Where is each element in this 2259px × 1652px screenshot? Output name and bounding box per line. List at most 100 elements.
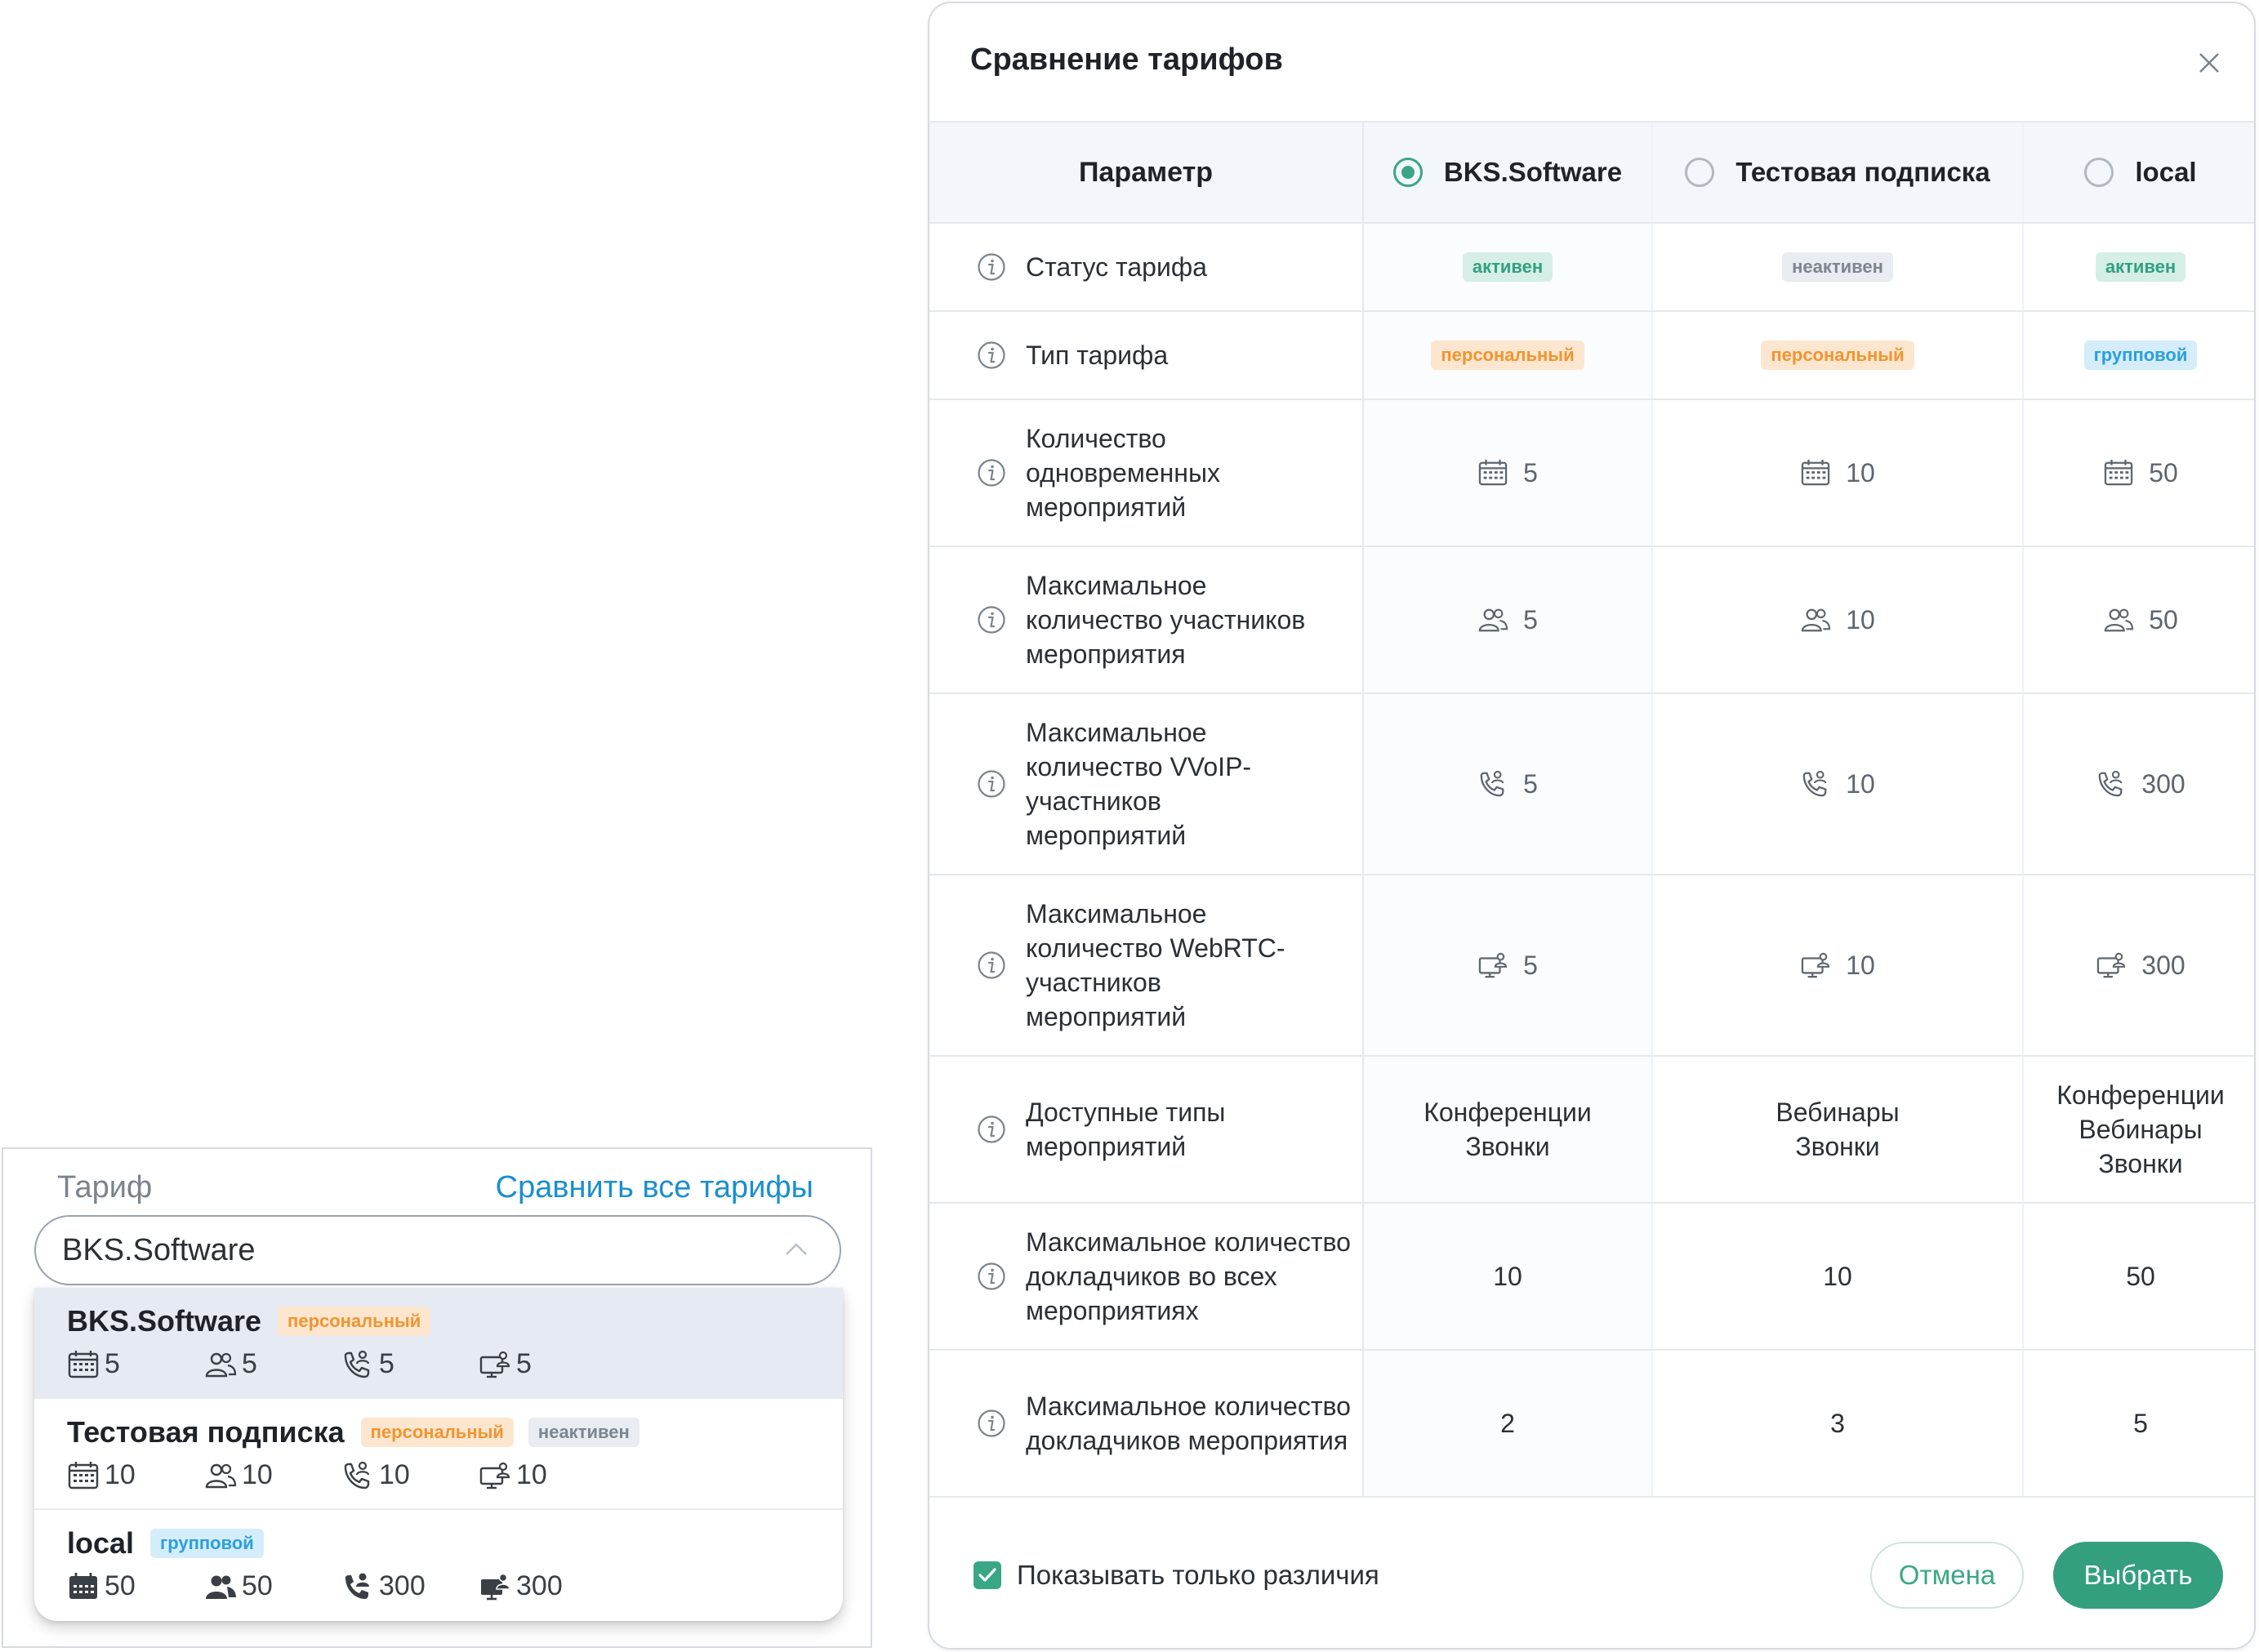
info-icon[interactable] bbox=[977, 1262, 1006, 1291]
info-icon[interactable] bbox=[977, 769, 1006, 799]
tariff-select-value: BKS.Software bbox=[62, 1232, 256, 1267]
stat-voip: 300 bbox=[379, 1570, 426, 1601]
param-label: Статус тарифа bbox=[1026, 252, 1207, 282]
param-label: Количество одновременных мероприятий bbox=[1026, 424, 1220, 522]
calendar-icon bbox=[1800, 459, 1831, 487]
plan-name: Тестовая подписка bbox=[1735, 157, 1990, 187]
plan-radio-local[interactable] bbox=[2084, 158, 2114, 187]
value: 50 bbox=[2126, 1262, 2155, 1291]
value: 2 bbox=[1500, 1409, 1515, 1438]
calendar-icon bbox=[2103, 459, 2134, 487]
screen-user-icon bbox=[479, 1461, 511, 1490]
plan-header-bks-software[interactable]: BKS.Software bbox=[1364, 122, 1653, 222]
tariff-option-bks-software[interactable]: BKS.Software персональный 5 5 5 5 bbox=[34, 1288, 843, 1399]
tariff-option-name: BKS.Software bbox=[67, 1304, 262, 1338]
modal-title: Сравнение тарифов bbox=[970, 42, 1283, 77]
phone-user-icon bbox=[1800, 770, 1831, 798]
chevron-up-icon[interactable] bbox=[784, 1241, 809, 1258]
tariff-select-input[interactable]: BKS.Software bbox=[34, 1215, 841, 1285]
value: 10 bbox=[1846, 604, 1875, 635]
users-icon bbox=[204, 1572, 237, 1601]
param-label: Тип тарифа bbox=[1026, 341, 1169, 370]
value: 50 bbox=[2149, 604, 2178, 635]
tariff-option-test-subscription[interactable]: Тестовая подписка персональный неактивен… bbox=[34, 1399, 843, 1510]
value: 5 bbox=[1523, 457, 1538, 488]
calendar-icon bbox=[1477, 459, 1508, 487]
row-max-webrtc: Максимальное количество WebRTC-участнико… bbox=[929, 875, 2254, 1057]
close-icon[interactable] bbox=[2195, 49, 2223, 77]
tariff-option-name: Тестовая подписка bbox=[67, 1415, 345, 1449]
plan-name: local bbox=[2135, 157, 2197, 187]
compare-tariffs-modal: Сравнение тарифов Параметр BKS.Software … bbox=[928, 2, 2256, 1650]
tariff-option-name: local bbox=[67, 1526, 135, 1560]
stat-events: 50 bbox=[105, 1570, 136, 1601]
plan-radio-bks-software[interactable] bbox=[1392, 158, 1423, 187]
tariff-dropdown-list: BKS.Software персональный 5 5 5 5 Тестов… bbox=[34, 1288, 843, 1621]
badge-inactive: неактивен bbox=[528, 1418, 639, 1447]
modal-footer: Показывать только различия Отмена Выбрат… bbox=[929, 1499, 2254, 1646]
calendar-icon bbox=[67, 1572, 100, 1601]
tariff-select-panel: Тариф Сравнить все тарифы BKS.Software B… bbox=[2, 1147, 872, 1648]
plan-header-test-subscription[interactable]: Тестовая подписка bbox=[1653, 122, 2024, 222]
param-label: Максимальное количество докладчиков меро… bbox=[1026, 1392, 1351, 1455]
screen-user-icon bbox=[1800, 951, 1831, 979]
users-icon bbox=[204, 1461, 237, 1490]
badge-active: активен bbox=[1462, 252, 1553, 282]
screen-user-icon bbox=[2096, 951, 2127, 979]
badge-personal: персональный bbox=[278, 1307, 431, 1336]
users-icon bbox=[1477, 606, 1508, 634]
stat-participants: 10 bbox=[242, 1459, 273, 1490]
info-icon[interactable] bbox=[977, 458, 1006, 488]
value: Вебинары Звонки bbox=[1776, 1098, 1900, 1161]
compare-all-tariffs-link[interactable]: Сравнить все тарифы bbox=[496, 1170, 813, 1205]
screen-user-icon bbox=[1477, 951, 1508, 979]
param-label: Максимальное количество участников мероп… bbox=[1026, 571, 1306, 669]
plan-radio-test-subscription[interactable] bbox=[1685, 158, 1715, 187]
info-icon[interactable] bbox=[977, 951, 1006, 980]
value: 300 bbox=[2141, 950, 2185, 980]
plan-header-local[interactable]: local bbox=[2024, 122, 2254, 222]
users-icon bbox=[1800, 606, 1831, 634]
select-button[interactable]: Выбрать bbox=[2053, 1542, 2223, 1609]
info-icon[interactable] bbox=[977, 252, 1006, 282]
row-concurrent-events: Количество одновременных мероприятий 5 1… bbox=[929, 400, 2254, 547]
value: 5 bbox=[1523, 604, 1538, 635]
tariff-field-label: Тариф bbox=[57, 1170, 153, 1204]
cancel-button[interactable]: Отмена bbox=[1870, 1542, 2024, 1609]
stat-participants: 50 bbox=[242, 1570, 273, 1601]
phone-user-icon bbox=[2096, 770, 2127, 798]
info-icon[interactable] bbox=[977, 341, 1006, 370]
users-icon bbox=[204, 1350, 237, 1379]
param-label: Максимальное количество VVoIP-участников… bbox=[1026, 718, 1252, 850]
badge-active: активен bbox=[2095, 252, 2186, 282]
only-differences-label[interactable]: Показывать только различия bbox=[1017, 1560, 1379, 1591]
info-icon[interactable] bbox=[977, 1409, 1006, 1438]
stat-webrtc: 5 bbox=[516, 1348, 532, 1379]
users-icon bbox=[2103, 606, 2134, 634]
stat-webrtc: 300 bbox=[516, 1570, 563, 1601]
row-max-participants: Максимальное количество участников мероп… bbox=[929, 547, 2254, 694]
badge-personal: персональный bbox=[360, 1418, 514, 1447]
stat-voip: 10 bbox=[379, 1459, 410, 1490]
stat-webrtc: 10 bbox=[516, 1459, 547, 1490]
phone-user-icon bbox=[341, 1350, 374, 1379]
value: 10 bbox=[1846, 950, 1875, 980]
tariff-option-local[interactable]: local групповой 50 50 300 300 bbox=[34, 1510, 843, 1621]
badge-group: групповой bbox=[2083, 341, 2198, 370]
param-label: Максимальное количество WebRTC-участнико… bbox=[1026, 899, 1285, 1031]
badge-personal: персональный bbox=[1761, 341, 1914, 370]
plan-name: BKS.Software bbox=[1443, 157, 1623, 187]
calendar-icon bbox=[67, 1350, 100, 1379]
phone-user-icon bbox=[341, 1572, 374, 1601]
only-differences-checkbox[interactable] bbox=[974, 1561, 1001, 1589]
stat-events: 5 bbox=[105, 1348, 120, 1379]
phone-user-icon bbox=[341, 1461, 374, 1490]
value: 3 bbox=[1830, 1409, 1845, 1438]
info-icon[interactable] bbox=[977, 1115, 1006, 1144]
badge-personal: персональный bbox=[1431, 341, 1584, 370]
value: 10 bbox=[1493, 1262, 1522, 1291]
info-icon[interactable] bbox=[977, 605, 1006, 635]
param-label: Доступные типы мероприятий bbox=[1026, 1098, 1226, 1161]
stat-participants: 5 bbox=[242, 1348, 257, 1379]
value: 10 bbox=[1846, 457, 1875, 488]
